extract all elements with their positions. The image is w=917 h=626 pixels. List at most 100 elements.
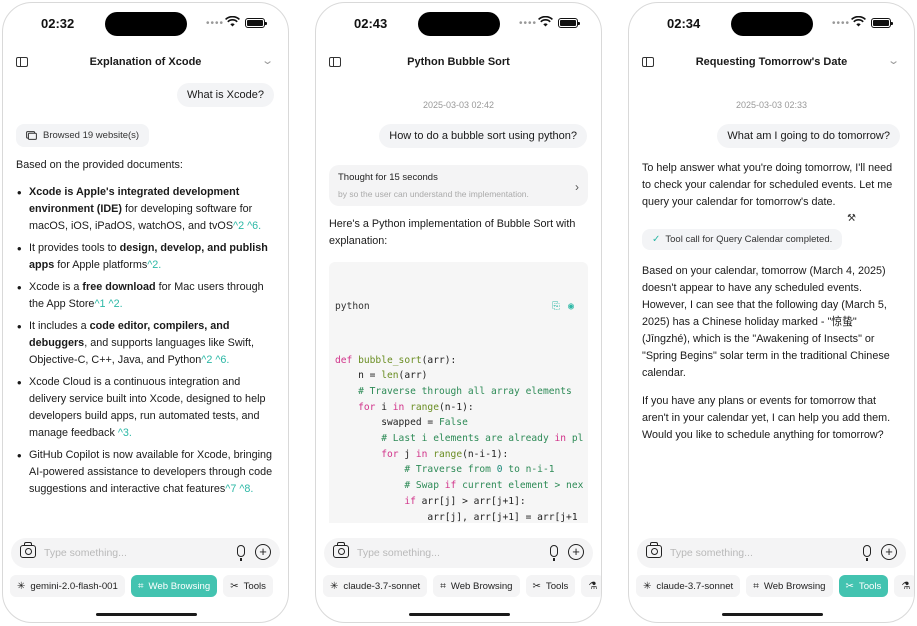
chevron-down-icon[interactable]: ⌄: [261, 54, 274, 67]
dynamic-island: [418, 12, 500, 36]
chat-content[interactable]: 2025-03-03 02:42 How to do a bubble sort…: [316, 75, 601, 523]
browser-icon: [26, 131, 37, 140]
add-icon[interactable]: +: [881, 544, 897, 560]
microphone-icon[interactable]: [550, 545, 558, 561]
battery-icon: [558, 18, 580, 28]
answer-bullet: Xcode is a free download for Mac users t…: [16, 279, 275, 313]
wifi-icon: [225, 16, 240, 27]
citation-link[interactable]: ^7 ^8.: [225, 483, 253, 495]
user-message: What is Xcode?: [3, 83, 288, 107]
citation-link[interactable]: ^2 ^6.: [233, 220, 261, 232]
sparkle-icon: ✳: [17, 580, 26, 592]
chevron-down-icon[interactable]: ⌄: [887, 54, 900, 67]
code-line: if arr[j] > arr[j+1]:: [404, 495, 526, 507]
tool-call-status[interactable]: ✓ Tool call for Query Calendar completed…: [642, 229, 843, 250]
web-browsing-chip[interactable]: ⌗ Web Browsing: [433, 575, 520, 597]
model-toolbar: ✳ gemini-2.0-flash-001 ⌗ Web Browsing ✂ Too…: [10, 575, 288, 597]
thought-title: Thought for 15 seconds: [338, 172, 438, 183]
user-message: How to do a bubble sort using python?: [316, 124, 601, 148]
model-select-chip[interactable]: ✳ claude-3.7-sonnet: [323, 575, 428, 597]
model-select-chip[interactable]: ✳ claude-3.7-sonnet: [636, 575, 741, 597]
tools-chip[interactable]: ✂ Tools: [525, 575, 576, 597]
chat-content[interactable]: 2025-03-03 02:33 What am I going to do t…: [629, 75, 914, 523]
copy-icon[interactable]: ⎘: [552, 301, 568, 312]
answer-bullet-list: Xcode is Apple's integrated development …: [3, 184, 288, 498]
chip-label: Tools: [858, 580, 882, 592]
chat-title[interactable]: Explanation of Xcode: [43, 56, 248, 68]
citation-link[interactable]: ^2 ^6.: [201, 354, 229, 366]
chat-content[interactable]: What is Xcode? Browsed 19 website(s) Bas…: [3, 75, 288, 523]
preview-eye-icon[interactable]: ◉: [568, 301, 582, 312]
flask-icon: ⚗: [901, 580, 911, 592]
message-input-bar[interactable]: Type something... +: [324, 538, 593, 568]
microphone-icon[interactable]: [237, 545, 245, 561]
status-bar: 02:32 ••••: [3, 3, 288, 43]
signal-icon: ••••: [519, 18, 538, 29]
lab-chip[interactable]: ⚗: [581, 575, 601, 597]
add-icon[interactable]: +: [255, 544, 271, 560]
citation-link[interactable]: ^1 ^2.: [94, 298, 122, 310]
code-line: # Last i elements are already in pl: [381, 433, 584, 445]
wifi-icon: [851, 16, 866, 27]
browsed-websites-pill[interactable]: Browsed 19 website(s): [16, 124, 150, 147]
sidebar-toggle-icon[interactable]: [329, 57, 341, 67]
tools-chip[interactable]: ✂ Tools: [838, 575, 889, 597]
web-browsing-chip[interactable]: ⌗ Web Browsing: [130, 575, 218, 597]
camera-icon[interactable]: [333, 542, 349, 558]
message-input[interactable]: Type something...: [44, 547, 127, 559]
signal-icon: ••••: [206, 18, 225, 29]
battery-icon: [871, 18, 893, 28]
thought-preview: by so the user can understand the implem…: [338, 189, 529, 199]
code-line: swapped = False: [335, 417, 468, 429]
answer-bullet: GitHub Copilot is now available for Xcod…: [16, 447, 275, 498]
status-time: 02:32: [41, 16, 75, 31]
flask-icon: ⚗: [588, 580, 598, 592]
web-browsing-chip[interactable]: ⌗ Web Browsing: [746, 575, 833, 597]
add-icon[interactable]: +: [568, 544, 584, 560]
message-input[interactable]: Type something...: [357, 547, 440, 559]
code-language: python: [335, 301, 370, 313]
message-input[interactable]: Type something...: [670, 547, 753, 559]
message-input-bar[interactable]: Type something... +: [11, 538, 280, 568]
message-timestamp: 2025-03-03 02:33: [735, 100, 808, 110]
camera-icon[interactable]: [646, 542, 662, 558]
model-select-chip[interactable]: ✳ gemini-2.0-flash-001: [10, 575, 125, 597]
tools-icon: ✂: [532, 580, 541, 592]
code-line: # Traverse through all array elements: [358, 385, 572, 397]
tools-chip[interactable]: ✂ Tools: [223, 575, 273, 597]
user-bubble: How to do a bubble sort using python?: [379, 124, 587, 148]
phone-screen-bubble-sort: 02:43 •••• Python Bubble Sort 2025-03-03…: [315, 2, 602, 623]
model-toolbar: ✳ claude-3.7-sonnet ⌗ Web Browsing ✂ Tools …: [636, 575, 914, 597]
chat-title[interactable]: Requesting Tomorrow's Date: [669, 56, 874, 68]
status-bar: 02:43 ••••: [316, 3, 601, 43]
code-block: python ⎘◉ def bubble_sort(arr): n = len(a…: [329, 262, 588, 523]
message-input-bar[interactable]: Type something... +: [637, 538, 906, 568]
citation-link[interactable]: ^3.: [118, 427, 132, 439]
chat-title[interactable]: Python Bubble Sort: [356, 56, 561, 68]
tools-icon: ✂: [845, 580, 854, 592]
tools-icon: ✂: [230, 580, 239, 592]
home-indicator: [722, 612, 823, 616]
microphone-icon[interactable]: [863, 545, 871, 561]
sidebar-toggle-icon[interactable]: [642, 57, 654, 67]
sidebar-toggle-icon[interactable]: [16, 57, 28, 67]
home-indicator: [96, 612, 197, 616]
assistant-paragraph-3: If you have any plans or events for tomo…: [642, 395, 891, 441]
phone-screen-xcode: 02:32 •••• Explanation of Xcode ⌄ What i…: [2, 2, 289, 623]
browsing-icon: ⌗: [753, 580, 759, 592]
browsed-label: Browsed 19 website(s): [43, 130, 140, 141]
user-message: What am I going to do tomorrow?: [629, 124, 914, 148]
camera-icon[interactable]: [20, 542, 36, 558]
citation-link[interactable]: ^2.: [147, 259, 161, 271]
code-line: def bubble_sort(arr):: [335, 354, 457, 366]
chip-label: claude-3.7-sonnet: [343, 580, 421, 592]
tool-call-label: Tool call for Query Calendar completed.: [665, 234, 833, 245]
thought-panel[interactable]: Thought for 15 seconds by so the user ca…: [329, 165, 588, 206]
lab-chip[interactable]: ⚗: [894, 575, 914, 597]
dynamic-island: [105, 12, 187, 36]
wifi-icon: [538, 16, 553, 27]
assistant-paragraph-1: To help answer what you're doing tomorro…: [642, 162, 893, 208]
user-bubble: What am I going to do tomorrow?: [717, 124, 900, 148]
assistant-intro: Based on the provided documents:: [16, 159, 183, 171]
sparkle-icon: ✳: [330, 580, 339, 592]
